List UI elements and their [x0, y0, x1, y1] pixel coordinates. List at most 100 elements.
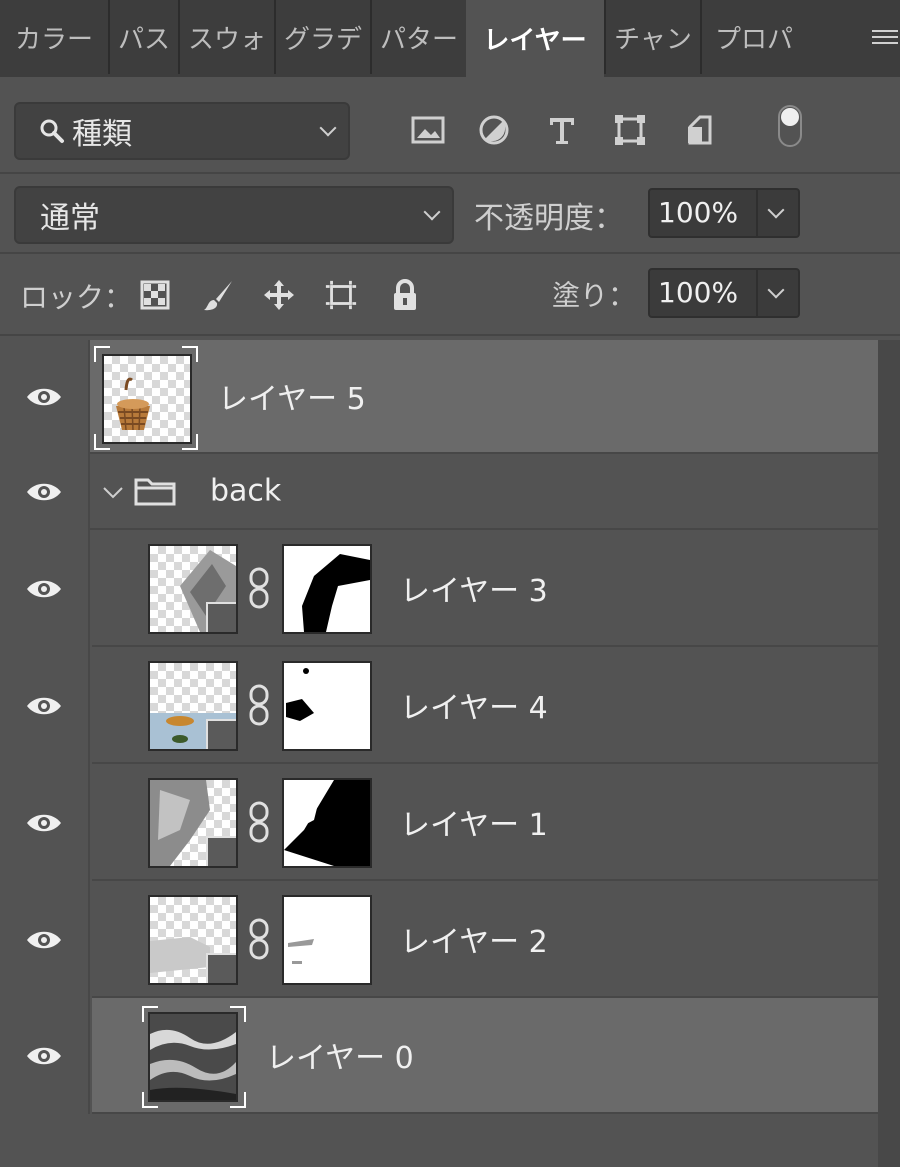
layer-mask-thumbnail[interactable] — [282, 544, 372, 634]
visibility-toggle[interactable] — [0, 647, 90, 764]
divider — [0, 172, 900, 174]
tab-channels[interactable]: チャン — [604, 0, 700, 74]
tab-paths[interactable]: パス — [108, 0, 178, 74]
layers-scrollbar[interactable] — [878, 340, 900, 1167]
visibility-toggle[interactable] — [0, 764, 90, 881]
visibility-toggle[interactable] — [0, 881, 90, 998]
smart-object-icon — [206, 602, 236, 632]
tab-gradients[interactable]: グラデ — [274, 0, 370, 74]
layer-name[interactable]: レイヤー 0 — [266, 1033, 414, 1077]
filter-kind-select[interactable]: 種類 — [14, 102, 350, 160]
smart-object-icon — [206, 953, 236, 983]
blend-mode-label: 通常 — [40, 201, 100, 236]
layer-name[interactable]: レイヤー 2 — [400, 917, 548, 961]
layer-thumbnail[interactable] — [148, 778, 238, 868]
eye-icon — [27, 1047, 61, 1065]
image-filter-icon[interactable] — [408, 110, 448, 150]
tab-patterns[interactable]: パター — [370, 0, 466, 74]
tab-color[interactable]: カラー — [0, 0, 108, 74]
shape-filter-icon[interactable] — [610, 110, 650, 150]
opacity-value[interactable]: 100% — [658, 196, 738, 229]
lock-all-icon[interactable] — [388, 278, 422, 312]
toggle-knob — [781, 108, 799, 126]
layer-mask-thumbnail[interactable] — [282, 895, 372, 985]
panel-menu-icon[interactable] — [872, 30, 898, 44]
layer-mask-thumbnail[interactable] — [282, 778, 372, 868]
layer-thumbnail[interactable] — [148, 895, 238, 985]
layer-row[interactable]: レイヤー 1 — [0, 764, 900, 881]
smart-object-icon — [206, 836, 236, 866]
folder-icon — [134, 478, 176, 506]
layer-name[interactable]: レイヤー 4 — [400, 683, 548, 727]
layer-group-row[interactable]: back — [0, 454, 900, 530]
layer-content[interactable]: レイヤー 1 — [92, 764, 878, 881]
lock-artboard-icon[interactable] — [324, 278, 358, 312]
eye-icon — [27, 931, 61, 948]
lock-position-icon[interactable] — [262, 278, 296, 312]
selection-corner — [94, 434, 110, 450]
field-separator — [756, 270, 758, 316]
layer-thumbnail[interactable] — [102, 354, 192, 444]
link-icon[interactable] — [248, 683, 270, 727]
chevron-down-icon[interactable] — [102, 486, 124, 500]
tab-swatches[interactable]: スウォ — [178, 0, 274, 74]
tab-layers[interactable]: レイヤー — [466, 0, 604, 77]
visibility-toggle[interactable] — [0, 998, 90, 1114]
fill-label: 塗り： — [552, 279, 637, 312]
type-filter-icon[interactable] — [542, 110, 582, 150]
field-separator — [756, 190, 758, 236]
lock-image-icon[interactable] — [202, 278, 236, 312]
visibility-toggle[interactable] — [0, 340, 90, 454]
layer-name[interactable]: レイヤー 5 — [218, 374, 366, 418]
opacity-field[interactable]: 100% — [648, 188, 800, 238]
layer-row[interactable]: レイヤー 3 — [0, 530, 900, 647]
filter-row: 種類 — [0, 90, 900, 170]
layer-thumbnail[interactable] — [148, 661, 238, 751]
layer-content[interactable]: レイヤー 3 — [92, 530, 878, 647]
tab-properties[interactable]: プロパ — [700, 0, 806, 74]
layer-name[interactable]: レイヤー 3 — [400, 566, 548, 610]
group-name[interactable]: back — [210, 474, 281, 509]
basket-image — [116, 377, 150, 431]
blend-mode-select[interactable]: 通常 — [14, 186, 454, 244]
visibility-toggle[interactable] — [0, 530, 90, 647]
layer-row[interactable]: レイヤー 0 — [0, 998, 900, 1114]
selection-corner — [230, 1006, 246, 1022]
filter-toggle[interactable] — [778, 105, 802, 147]
link-icon[interactable] — [248, 566, 270, 610]
chevron-down-icon — [423, 203, 441, 221]
adjustment-filter-icon[interactable] — [474, 110, 514, 150]
layer-thumbnail[interactable] — [148, 544, 238, 634]
visibility-toggle[interactable] — [0, 454, 90, 530]
layer-row[interactable]: レイヤー 4 — [0, 647, 900, 764]
lock-label: ロック： — [20, 281, 133, 314]
layer-mask-thumbnail[interactable] — [282, 661, 372, 751]
eye-icon — [27, 483, 61, 501]
layer-row[interactable]: レイヤー 2 — [0, 881, 900, 998]
selection-corner — [142, 1092, 158, 1108]
selection-corner — [230, 1092, 246, 1108]
layer-row[interactable]: レイヤー 5 — [0, 340, 900, 454]
eye-icon — [27, 388, 61, 406]
link-icon[interactable] — [248, 800, 270, 844]
layer-content[interactable]: レイヤー 4 — [92, 647, 878, 764]
layer-name[interactable]: レイヤー 1 — [400, 800, 548, 844]
lock-transparent-icon[interactable] — [138, 278, 172, 312]
smart-object-icon — [206, 719, 236, 749]
layer-content[interactable]: back — [90, 454, 878, 530]
layer-thumbnail[interactable] — [148, 1012, 238, 1102]
divider — [0, 252, 900, 254]
chevron-down-icon[interactable] — [767, 281, 785, 299]
chevron-down-icon[interactable] — [767, 201, 785, 219]
search-icon — [40, 119, 64, 143]
smart-object-filter-icon[interactable] — [680, 110, 720, 150]
fill-field[interactable]: 100% — [648, 268, 800, 318]
opacity-label: 不透明度： — [474, 201, 624, 236]
layer-content[interactable]: レイヤー 5 — [90, 340, 878, 454]
selection-corner — [182, 434, 198, 450]
layer-content[interactable]: レイヤー 2 — [92, 881, 878, 998]
link-icon[interactable] — [248, 917, 270, 961]
layer-content[interactable]: レイヤー 0 — [92, 998, 878, 1114]
filter-kind-label: 種類 — [72, 117, 132, 152]
fill-value[interactable]: 100% — [658, 276, 738, 309]
